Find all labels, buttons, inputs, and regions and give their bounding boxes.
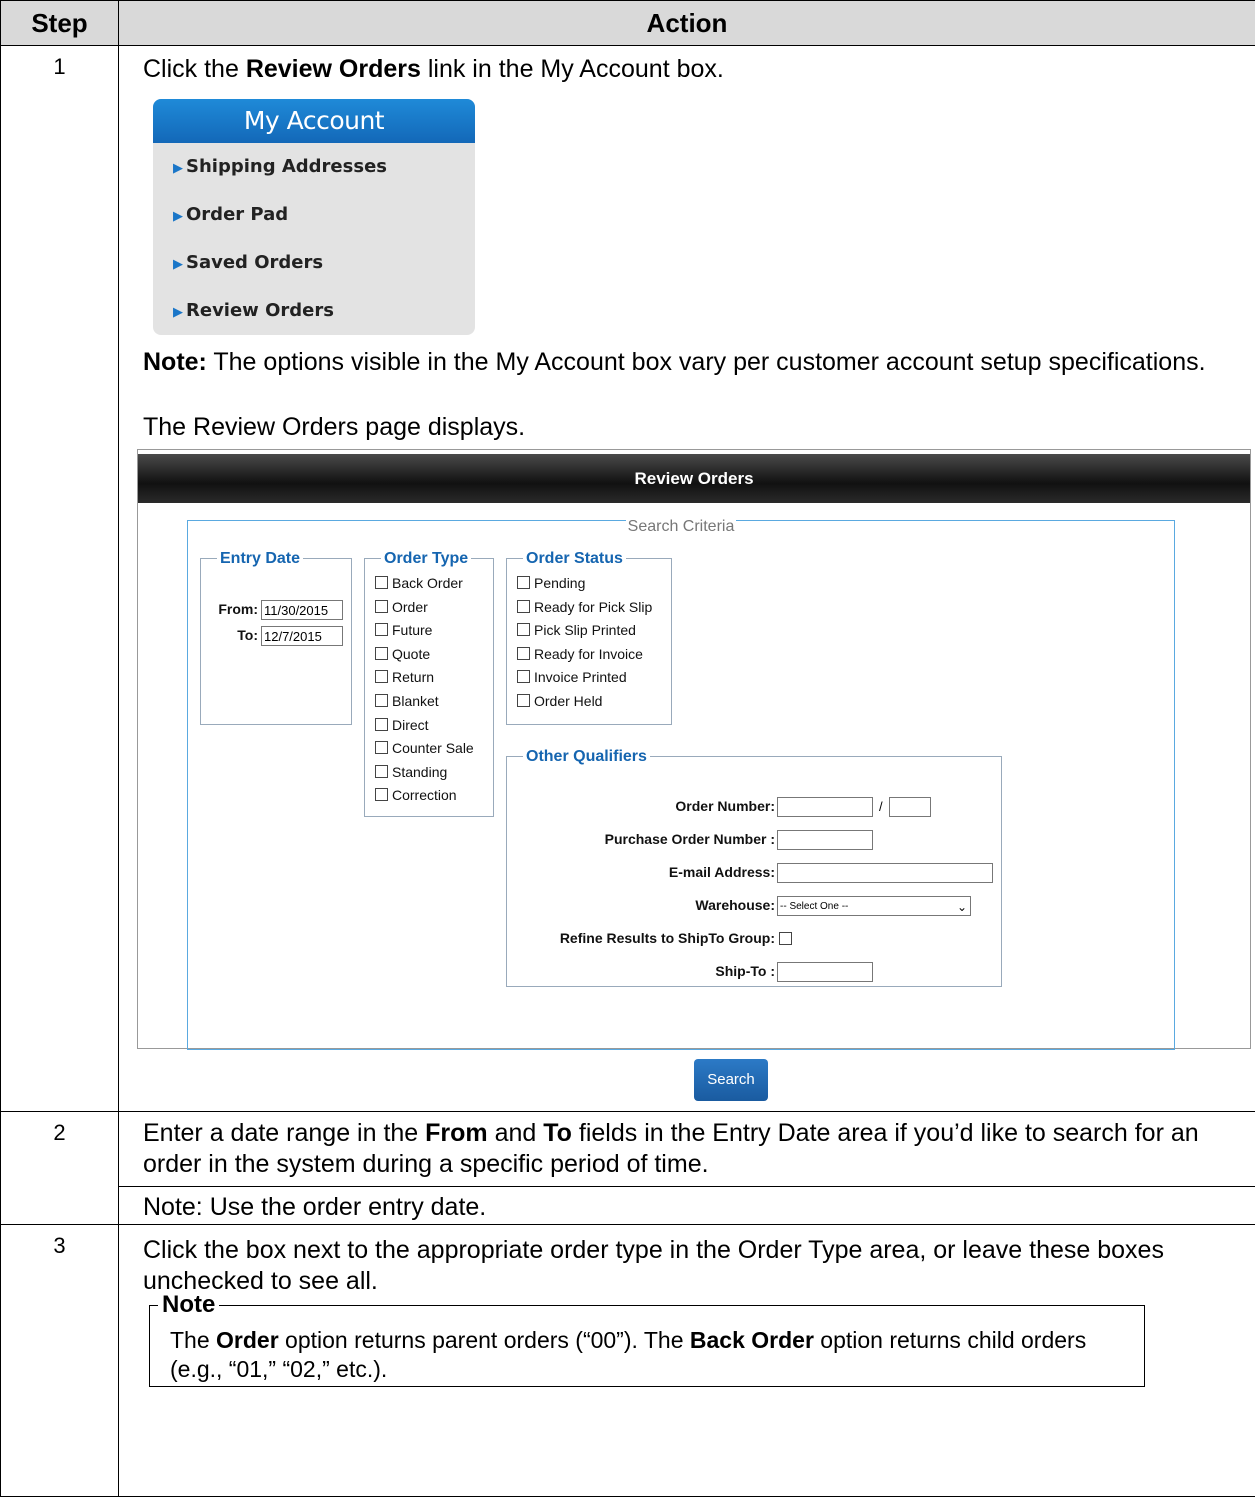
order-status-checkbox[interactable]: Pending [517,572,671,596]
triangle-right-icon: ▶ [173,257,183,272]
order-suffix-input[interactable] [889,797,931,817]
checkbox-icon [375,576,388,589]
order-type-checkbox[interactable]: Correction [375,784,493,808]
entry-date-group: Entry Date From: 11/30/2015 To: 12/7/201… [200,543,352,725]
steps-table: Step Action 1 Click the Review Orders li… [0,0,1255,1497]
step-row-3: 3 Click the box next to the appropriate … [1,1225,1255,1497]
ship-to-input[interactable] [777,962,873,982]
step-row-1: 1 Click the Review Orders link in the My… [1,46,1255,1112]
po-number-input[interactable] [777,830,873,850]
search-criteria-panel: Search Criteria Entry Date From: 11/30/2… [187,520,1175,1050]
order-type-checkbox[interactable]: Standing [375,761,493,785]
from-date-input[interactable]: 11/30/2015 [261,600,343,620]
order-type-legend: Order Type [381,543,471,574]
to-date-input[interactable]: 12/7/2015 [261,626,343,646]
search-button[interactable]: Search [694,1059,768,1101]
order-status-checkbox[interactable]: Order Held [517,690,671,714]
note-box: Note The Order option returns parent ord… [149,1305,1145,1387]
action-header: Action [119,1,1255,46]
other-qualifiers-group: Other Qualifiers Order Number: Purchase … [506,741,1002,987]
order-type-checkbox[interactable]: Return [375,666,493,690]
warehouse-label: Warehouse: [695,889,775,922]
email-input[interactable] [777,863,993,883]
order-type-checkbox[interactable]: Counter Sale [375,737,493,761]
order-type-checkbox[interactable]: Blanket [375,690,493,714]
checkbox-icon [375,600,388,613]
step-number: 3 [1,1225,119,1497]
order-status-checkbox[interactable]: Ready for Pick Slip [517,596,671,620]
refine-checkbox[interactable] [779,932,792,945]
step2-instruction: Enter a date range in the From and To fi… [143,1118,1255,1180]
refine-label: Refine Results to ShipTo Group: [560,922,775,955]
review-orders-screenshot: Review Orders Search Criteria Entry Date… [137,449,1251,1049]
order-status-legend: Order Status [523,543,626,574]
checkbox-icon [375,670,388,683]
order-number-slash: / [879,791,883,822]
step1-note: Note: The options visible in the My Acco… [143,347,1255,378]
checkbox-icon [517,694,530,707]
warehouse-select[interactable]: -- Select One --⌄ [777,896,971,916]
order-status-group: Order Status Pending Ready for Pick Slip… [506,543,672,725]
triangle-right-icon: ▶ [173,209,183,224]
order-type-checkbox[interactable]: Direct [375,714,493,738]
step-header: Step [1,1,119,46]
checkbox-icon [375,765,388,778]
step3-instruction: Click the box next to the appropriate or… [143,1235,1255,1297]
email-label: E-mail Address: [669,856,775,889]
menu-item-saved-orders[interactable]: ▶Saved Orders [153,239,475,287]
note-text: The Order option returns parent orders (… [170,1326,1124,1384]
entry-date-legend: Entry Date [217,543,303,574]
search-criteria-title: Search Criteria [626,518,737,535]
checkbox-icon [375,647,388,660]
checkbox-icon [375,788,388,801]
checkbox-icon [375,718,388,731]
order-number-label: Order Number: [675,790,775,823]
checkbox-icon [517,576,530,589]
checkbox-icon [517,600,530,613]
review-orders-title: Review Orders [138,454,1250,503]
other-qualifiers-legend: Other Qualifiers [523,741,650,772]
my-account-title: My Account [153,99,475,143]
order-number-input[interactable] [777,797,873,817]
ship-to-label: Ship-To : [715,955,775,988]
note-title: Note [158,1289,219,1320]
checkbox-icon [375,741,388,754]
step1-instruction: Click the Review Orders link in the My A… [143,54,1255,85]
order-type-group: Order Type Back Order Order Future Quote… [364,543,494,817]
menu-item-shipping-addresses[interactable]: ▶Shipping Addresses [153,143,475,191]
order-type-checkbox[interactable]: Quote [375,643,493,667]
menu-item-order-pad[interactable]: ▶Order Pad [153,191,475,239]
step-number: 1 [1,46,119,1112]
step-action: Enter a date range in the From and To fi… [119,1112,1255,1225]
order-status-checkbox[interactable]: Invoice Printed [517,666,671,690]
step1-displays: The Review Orders page displays. [143,412,1255,443]
header-row: Step Action [1,1,1255,46]
checkbox-icon [375,623,388,636]
checkbox-icon [517,647,530,660]
step-row-2: 2 Enter a date range in the From and To … [1,1112,1255,1225]
menu-item-review-orders[interactable]: ▶Review Orders [153,287,475,335]
step-action: Click the Review Orders link in the My A… [119,46,1255,1112]
po-number-label: Purchase Order Number : [605,823,775,856]
order-type-checkbox[interactable]: Future [375,619,493,643]
order-type-checkbox[interactable]: Order [375,596,493,620]
checkbox-icon [517,623,530,636]
order-status-checkbox[interactable]: Ready for Invoice [517,643,671,667]
step2-note: Note: Use the order entry date. [143,1192,1255,1223]
triangle-right-icon: ▶ [173,305,183,320]
divider [119,1186,1255,1187]
step-action: Click the box next to the appropriate or… [119,1225,1255,1497]
order-type-checkbox[interactable]: Back Order [375,572,493,596]
my-account-box: My Account ▶Shipping Addresses ▶Order Pa… [153,99,475,335]
checkbox-icon [517,670,530,683]
triangle-right-icon: ▶ [173,161,183,176]
chevron-down-icon: ⌄ [957,897,967,916]
to-label: To: [237,620,258,651]
checkbox-icon [375,694,388,707]
order-status-checkbox[interactable]: Pick Slip Printed [517,619,671,643]
step-number: 2 [1,1112,119,1225]
